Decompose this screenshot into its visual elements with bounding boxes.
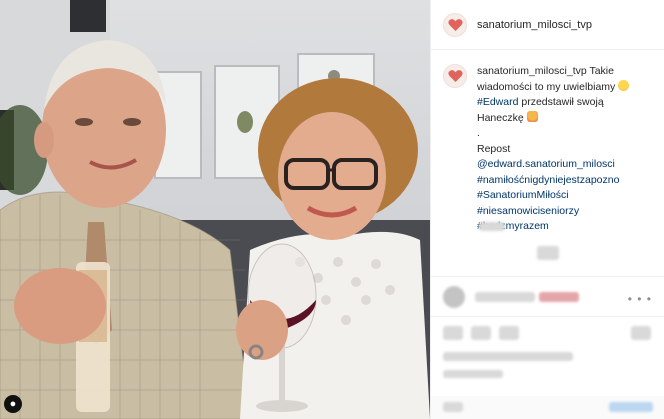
blurred-avatar <box>443 286 465 308</box>
caption-line3: przedstawił swoją <box>518 96 604 108</box>
header-username[interactable]: sanatorium_milosci_tvp <box>477 19 592 31</box>
comment-row <box>443 284 653 310</box>
mention-link[interactable]: @edward.sanatorium_milosci <box>477 157 652 173</box>
blurred-action-icon <box>443 326 463 340</box>
blurred-date <box>443 370 503 378</box>
blurred-comment-text <box>539 292 579 302</box>
hashtag-link[interactable]: #SanatoriumMiłości <box>477 188 652 204</box>
hashtag-link[interactable]: #namiłośćnigdyniejestzapozno <box>477 173 652 189</box>
hashtag-edward[interactable]: #Edward <box>477 96 518 108</box>
blurred-save-icon <box>631 326 651 340</box>
more-options-icon[interactable]: • • • <box>628 292 652 306</box>
post-sidebar: sanatorium_milosci_tvp sanatorium_milosc… <box>430 0 664 419</box>
post-header: sanatorium_milosci_tvp <box>431 0 664 50</box>
blurred-input <box>443 402 463 412</box>
divider <box>431 276 664 277</box>
caption-line4: Haneczkę <box>477 111 524 124</box>
caption-dot: . <box>477 127 480 139</box>
heart-icon[interactable] <box>443 12 467 37</box>
blurred-element <box>537 246 559 260</box>
blurred-timestamp <box>479 222 505 231</box>
blurred-comment-text <box>475 292 535 302</box>
post-caption: sanatorium_milosci_tvp Takie wiadomości … <box>431 50 664 235</box>
comment-input-bar[interactable] <box>431 396 664 419</box>
blurred-action-icon <box>471 326 491 340</box>
caption-repost: Repost <box>477 142 511 155</box>
photo-illustration <box>0 0 430 419</box>
person-icon[interactable]: ● <box>4 395 22 413</box>
caption-line2: wiadomości to my uwielbiamy <box>477 80 616 93</box>
caption-text: sanatorium_milosci_tvp Takie wiadomości … <box>477 64 652 235</box>
post-photo[interactable]: ● <box>0 0 430 419</box>
caption-avatar-heart-icon[interactable] <box>443 64 467 88</box>
divider <box>431 316 664 317</box>
caption-author[interactable]: sanatorium_milosci_tvp <box>477 65 587 77</box>
couple-emoji-icon <box>526 110 538 122</box>
hashtag-link[interactable]: #niesamowiciseniorzy <box>477 204 652 220</box>
heart-eyes-emoji-icon <box>618 79 630 91</box>
blurred-post-button[interactable] <box>609 402 653 412</box>
caption-line1: Takie <box>586 65 614 77</box>
blurred-action-icon <box>499 326 519 340</box>
blurred-likes <box>443 352 573 361</box>
